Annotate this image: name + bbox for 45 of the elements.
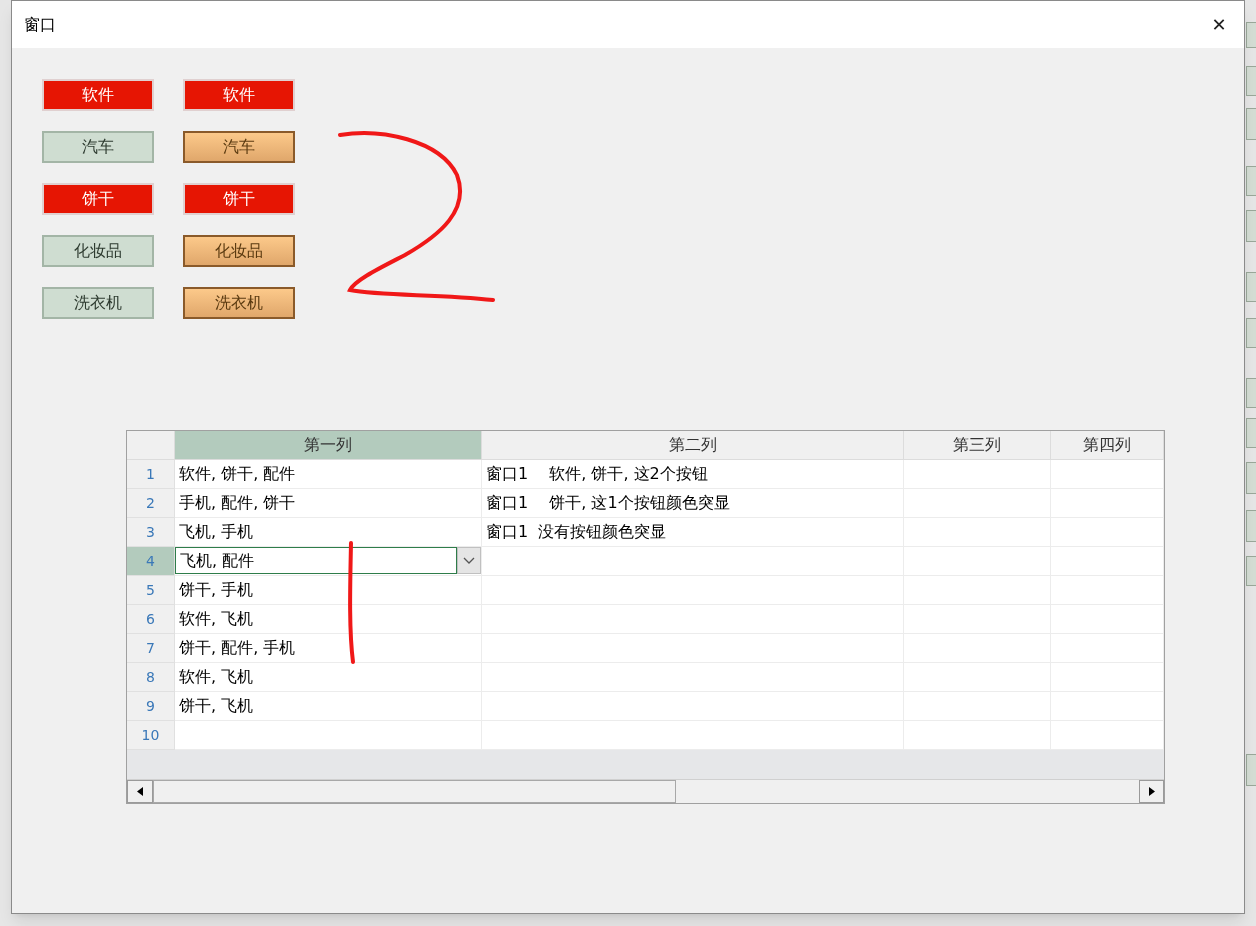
- row-header[interactable]: 3: [127, 518, 175, 547]
- category-button[interactable]: 化妆品: [42, 235, 154, 267]
- row-header[interactable]: 6: [127, 605, 175, 634]
- table-cell: 软件, 饼干, 配件: [175, 460, 482, 489]
- dropdown-button[interactable]: [457, 547, 481, 574]
- close-button[interactable]: ✕: [1196, 4, 1242, 45]
- left-arrow-icon: [137, 787, 143, 796]
- table-cell: 飞机, 手机: [175, 518, 482, 547]
- table-cell: 软件, 飞机: [175, 605, 482, 634]
- table-cell: 窗口1 软件, 饼干, 这2个按钮: [482, 460, 904, 489]
- row-header[interactable]: 9: [127, 692, 175, 721]
- row-header[interactable]: 2: [127, 489, 175, 518]
- row-header[interactable]: 5: [127, 576, 175, 605]
- category-button[interactable]: 饼干: [42, 183, 154, 215]
- row-header[interactable]: 8: [127, 663, 175, 692]
- table-cell: 软件, 飞机: [175, 663, 482, 692]
- horizontal-scrollbar[interactable]: [127, 779, 1164, 803]
- table-cell: 窗口1 饼干, 这1个按钮颜色突显: [482, 489, 904, 518]
- table-cell: 窗口1 没有按钮颜色突显: [482, 518, 904, 547]
- scroll-thumb[interactable]: [153, 780, 676, 803]
- category-button[interactable]: 汽车: [42, 131, 154, 163]
- category-button[interactable]: 化妆品: [183, 235, 295, 267]
- window-title: 窗口: [24, 13, 56, 36]
- category-button[interactable]: 汽车: [183, 131, 295, 163]
- column-header[interactable]: 第一列: [175, 431, 482, 460]
- category-button[interactable]: 软件: [42, 79, 154, 111]
- category-button[interactable]: 软件: [183, 79, 295, 111]
- table-cell: 饼干, 手机: [175, 576, 482, 605]
- scroll-left-button[interactable]: [127, 780, 153, 803]
- category-button[interactable]: 洗衣机: [42, 287, 154, 319]
- column-header[interactable]: 第二列: [482, 431, 904, 460]
- row-header[interactable]: 7: [127, 634, 175, 663]
- row-header[interactable]: 1: [127, 460, 175, 489]
- table-cell: 饼干, 配件, 手机: [175, 634, 482, 663]
- row-header[interactable]: 10: [127, 721, 175, 750]
- right-arrow-icon: [1148, 787, 1155, 796]
- column-header[interactable]: 第三列: [904, 431, 1051, 460]
- chevron-down-icon: [463, 557, 475, 564]
- row-header[interactable]: 4: [127, 547, 175, 576]
- scroll-right-button[interactable]: [1139, 780, 1164, 803]
- table-cell: 手机, 配件, 饼干: [175, 489, 482, 518]
- column-header[interactable]: 第四列: [1051, 431, 1164, 460]
- category-button[interactable]: 洗衣机: [183, 287, 295, 319]
- category-button[interactable]: 饼干: [183, 183, 295, 215]
- table-cell: 饼干, 飞机: [175, 692, 482, 721]
